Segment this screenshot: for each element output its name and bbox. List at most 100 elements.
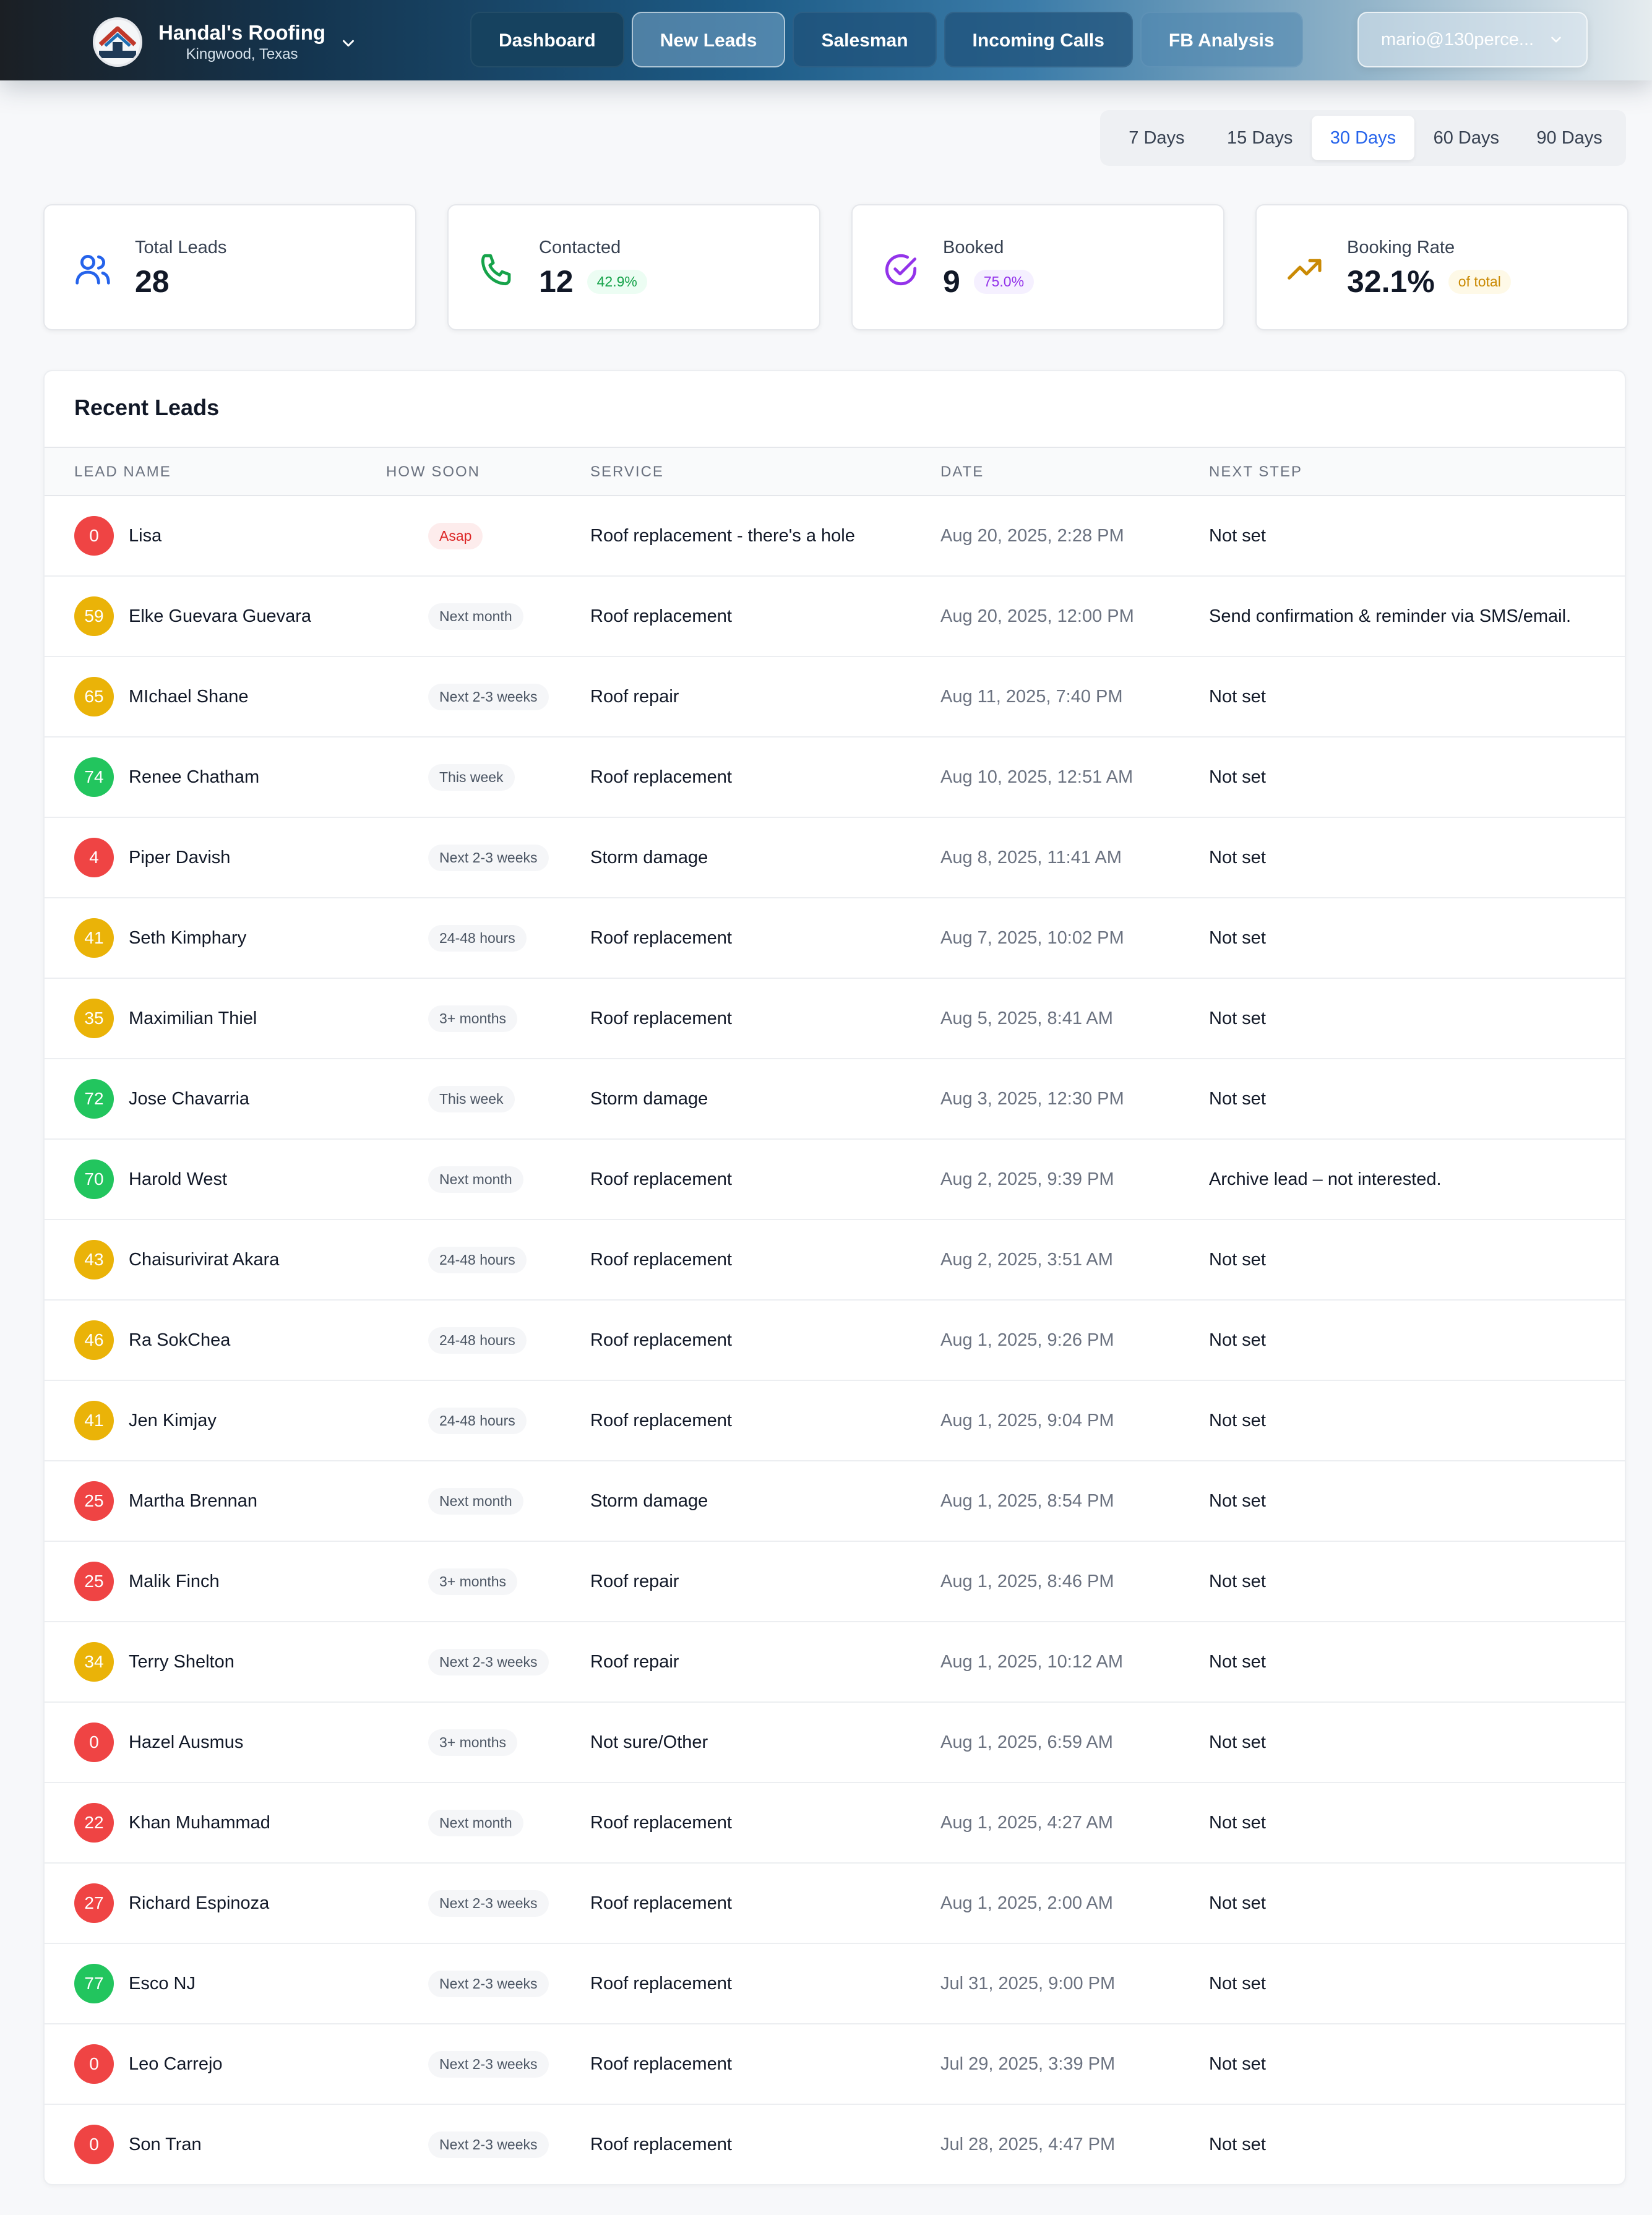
lead-name[interactable]: MIchael Shane [129, 687, 248, 707]
table-row[interactable]: 0 Lisa Asap Roof replacement - there's a ho… [45, 496, 1625, 577]
nav-new-leads[interactable]: New Leads [631, 12, 786, 67]
table-row[interactable]: 41 Jen Kimjay 24-48 hours Roof replacement A… [45, 1381, 1625, 1461]
range-tab-60-days[interactable]: 60 Days [1414, 116, 1518, 160]
lead-name[interactable]: Esco NJ [129, 1974, 196, 1994]
date-cell: Aug 1, 2025, 4:27 AM [940, 1783, 1113, 1862]
lead-score-badge: 25 [74, 1481, 114, 1521]
next-step-cell: Not set [1209, 1220, 1266, 1299]
service-cell: Roof replacement [590, 898, 732, 978]
table-body: 0 Lisa Asap Roof replacement - there's a ho… [45, 496, 1625, 2184]
date-text: Aug 1, 2025, 4:27 AM [940, 1812, 1113, 1833]
table-row[interactable]: 25 Martha Brennan Next month Storm damage Au… [45, 1461, 1625, 1542]
date-cell: Aug 1, 2025, 8:46 PM [940, 1542, 1114, 1621]
table-row[interactable]: 65 MIchael Shane Next 2-3 weeks Roof repair… [45, 657, 1625, 738]
lead-name[interactable]: Chaisurivirat Akara [129, 1250, 279, 1270]
table-row[interactable]: 25 Malik Finch 3+ months Roof repair Aug 1, … [45, 1542, 1625, 1622]
roof-logo [93, 17, 142, 67]
table-row[interactable]: 0 Son Tran Next 2-3 weeks Roof replacement J… [45, 2105, 1625, 2184]
service-text: Roof repair [590, 1651, 679, 1672]
date-cell: Aug 2, 2025, 9:39 PM [940, 1140, 1114, 1219]
lead-name[interactable]: Ra SokChea [129, 1330, 230, 1351]
nav-dashboard[interactable]: Dashboard [470, 12, 624, 67]
service-cell: Roof replacement [590, 577, 732, 656]
how-soon-cell: Asap [428, 496, 483, 575]
phone-icon [481, 254, 511, 286]
table-row[interactable]: 72 Jose Chavarria This week Storm damage Aug… [45, 1059, 1625, 1140]
lead-name[interactable]: Khan Muhammad [129, 1813, 270, 1833]
table-row[interactable]: 43 Chaisurivirat Akara 24-48 hours Roof rep… [45, 1220, 1625, 1301]
how-soon-chip: 3+ months [428, 1568, 518, 1595]
range-tab-15-days[interactable]: 15 Days [1208, 116, 1312, 160]
service-text: Roof replacement [590, 606, 732, 626]
lead-name[interactable]: Seth Kimphary [129, 928, 246, 948]
lead-score-badge: 22 [74, 1803, 114, 1843]
next-step-text: Not set [1209, 1893, 1266, 1913]
table-row[interactable]: 0 Leo Carrejo Next 2-3 weeks Roof replaceme… [45, 2024, 1625, 2105]
table-row[interactable]: 74 Renee Chatham This week Roof replacement… [45, 738, 1625, 818]
stat-card-booking-rate: Booking Rate 32.1% of total [1255, 204, 1628, 330]
lead-name[interactable]: Piper Davish [129, 848, 230, 868]
lead-name[interactable]: Harold West [129, 1169, 227, 1190]
how-soon-cell: Next 2-3 weeks [428, 1864, 549, 1943]
table-row[interactable]: 27 Richard Espinoza Next 2-3 weeks Roof rep… [45, 1864, 1625, 1944]
table-row[interactable]: 4 Piper Davish Next 2-3 weeks Storm damage A… [45, 818, 1625, 898]
lead-name[interactable]: Lisa [129, 526, 161, 546]
column-header-next-step: NEXT STEP [1209, 463, 1302, 480]
how-soon-chip: Next month [428, 603, 523, 630]
lead-name[interactable]: Jose Chavarria [129, 1089, 249, 1109]
date-text: Aug 1, 2025, 9:26 PM [940, 1330, 1114, 1350]
lead-score-badge: 77 [74, 1964, 114, 2003]
service-text: Roof replacement [590, 1893, 732, 1913]
how-soon-chip: Next 2-3 weeks [428, 2050, 549, 2078]
lead-name[interactable]: Leo Carrejo [129, 2054, 223, 2075]
how-soon-chip: Next 2-3 weeks [428, 683, 549, 710]
next-step-cell: Not set [1209, 1703, 1266, 1782]
lead-name[interactable]: Malik Finch [129, 1572, 220, 1592]
range-tab-7-days[interactable]: 7 Days [1105, 116, 1208, 160]
table-row[interactable]: 22 Khan Muhammad Next month Roof replacemen… [45, 1783, 1625, 1864]
service-cell: Roof replacement [590, 2105, 732, 2184]
brand-switcher[interactable]: Handal's Roofing Kingwood, Texas [93, 17, 358, 67]
next-step-text: Not set [1209, 767, 1266, 787]
range-tab-90-days[interactable]: 90 Days [1518, 116, 1621, 160]
table-row[interactable]: 35 Maximilian Thiel 3+ months Roof replacem… [45, 979, 1625, 1059]
next-step-text: Not set [1209, 1490, 1266, 1511]
how-soon-chip: This week [428, 1085, 515, 1112]
lead-name[interactable]: Richard Espinoza [129, 1893, 269, 1914]
table-row[interactable]: 46 Ra SokChea 24-48 hours Roof replacement A… [45, 1301, 1625, 1381]
lead-name[interactable]: Elke Guevara Guevara [129, 606, 311, 627]
account-dropdown[interactable]: mario@130perce... [1357, 12, 1588, 67]
users-icon [75, 255, 110, 285]
nav-salesman[interactable]: Salesman [793, 12, 937, 67]
table-row[interactable]: 0 Hazel Ausmus 3+ months Not sure/Other Aug … [45, 1703, 1625, 1783]
service-cell: Roof replacement [590, 738, 732, 817]
lead-name[interactable]: Terry Shelton [129, 1652, 234, 1672]
service-cell: Roof replacement [590, 2024, 732, 2104]
rate-of-total-badge: of total [1448, 269, 1511, 294]
nav-fb-analysis[interactable]: FB Analysis [1140, 12, 1303, 67]
nav-incoming-calls[interactable]: Incoming Calls [944, 12, 1133, 67]
how-soon-chip: 24-48 hours [428, 1407, 527, 1434]
table-row[interactable]: 41 Seth Kimphary 24-48 hours Roof replaceme… [45, 898, 1625, 979]
lead-name[interactable]: Jen Kimjay [129, 1411, 217, 1431]
check-circle-icon [885, 254, 917, 286]
how-soon-chip: 24-48 hours [428, 924, 527, 952]
lead-name[interactable]: Son Tran [129, 2135, 202, 2155]
next-step-text: Not set [1209, 2134, 1266, 2154]
table-row[interactable]: 34 Terry Shelton Next 2-3 weeks Roof repair… [45, 1622, 1625, 1703]
lead-name[interactable]: Maximilian Thiel [129, 1009, 257, 1029]
lead-name[interactable]: Renee Chatham [129, 767, 259, 788]
lead-name[interactable]: Martha Brennan [129, 1491, 257, 1512]
range-tab-30-days[interactable]: 30 Days [1311, 116, 1415, 160]
service-cell: Roof replacement [590, 1381, 732, 1460]
next-step-text: Not set [1209, 525, 1266, 546]
service-cell: Storm damage [590, 1461, 708, 1541]
table-row[interactable]: 59 Elke Guevara Guevara Next month Roof rep… [45, 577, 1625, 657]
date-text: Aug 10, 2025, 12:51 AM [940, 767, 1134, 787]
stat-label: Booked [943, 238, 1004, 257]
lead-name[interactable]: Hazel Ausmus [129, 1732, 243, 1753]
stat-value: 9 [943, 264, 960, 299]
table-row[interactable]: 70 Harold West Next month Roof replacement A… [45, 1140, 1625, 1220]
lead-name-cell: 4 Piper Davish [74, 818, 230, 897]
table-row[interactable]: 77 Esco NJ Next 2-3 weeks Roof replacement J… [45, 1944, 1625, 2024]
